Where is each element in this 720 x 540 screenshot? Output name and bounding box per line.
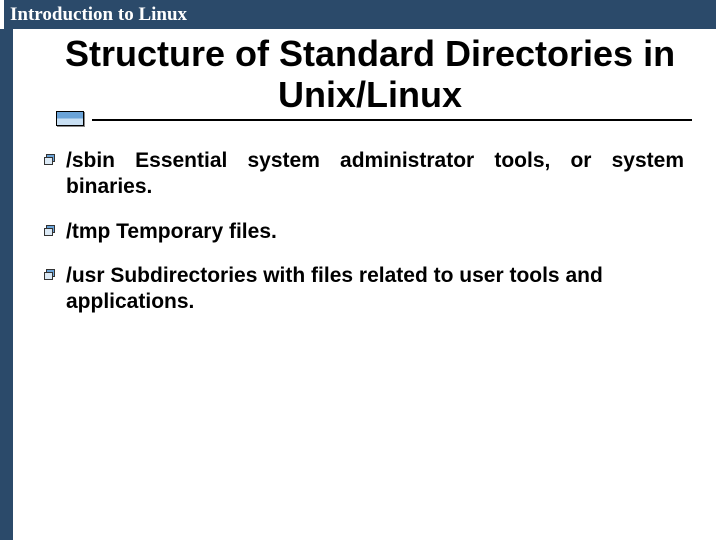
bullet-text: /sbin Essential system administrator too… (66, 148, 684, 201)
list-item: /tmp Temporary files. (44, 219, 684, 245)
list-item: /usr Subdirectories with files related t… (44, 263, 684, 316)
slide-title-area: Structure of Standard Directories in Uni… (40, 33, 700, 116)
header-bar: Introduction to Linux (4, 0, 716, 29)
title-box-icon (56, 111, 84, 126)
bullet-icon (44, 269, 56, 280)
bullet-text: /usr Subdirectories with files related t… (66, 263, 684, 316)
title-underline (30, 118, 692, 130)
slide-title: Structure of Standard Directories in Uni… (40, 33, 700, 116)
content-area: /sbin Essential system administrator too… (44, 148, 684, 333)
list-item: /sbin Essential system administrator too… (44, 148, 684, 201)
left-accent-bar (0, 29, 13, 540)
bullet-icon (44, 154, 56, 165)
bullet-text: /tmp Temporary files. (66, 219, 684, 245)
course-title: Introduction to Linux (10, 4, 187, 26)
title-horizontal-rule (92, 119, 692, 121)
bullet-icon (44, 225, 56, 236)
